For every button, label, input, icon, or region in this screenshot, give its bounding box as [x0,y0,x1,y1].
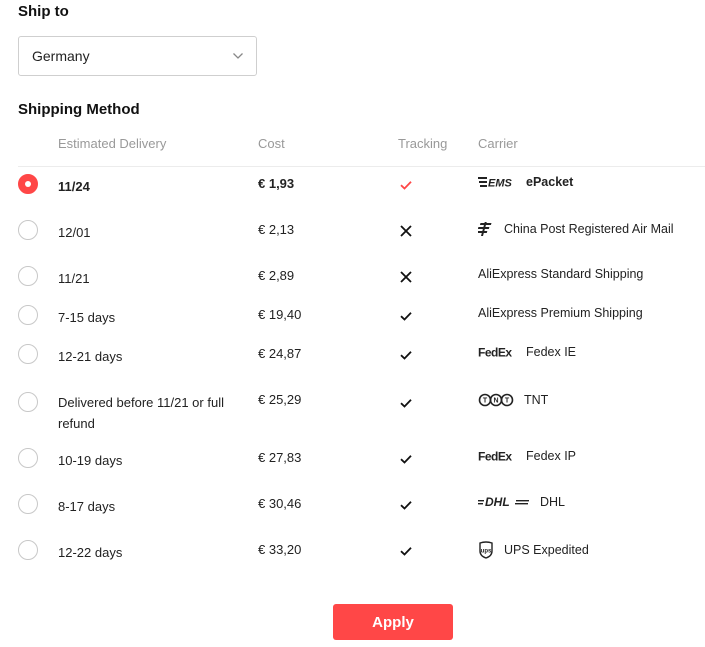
shipping-cost: € 2,13 [258,222,295,237]
country-select[interactable]: Germany [18,36,257,76]
svg-text:ups: ups [481,549,492,555]
shipping-panel: Ship to Germany Shipping Method Estimate… [0,0,705,647]
check-icon [398,177,414,193]
header-estimated-delivery: Estimated Delivery [58,136,167,151]
shipping-cost: € 2,89 [258,268,295,283]
estimated-delivery: 11/21 [58,271,90,286]
shipping-cost: € 25,29 [258,392,302,407]
svg-text:DHL: DHL [485,495,510,509]
fedex-logo: FedEx [478,449,516,464]
check-icon [398,497,414,513]
shipping-option-row[interactable]: 11/21 € 2,89 AliExpress Standard Shipping [18,266,705,298]
cross-icon [398,269,414,285]
carrier-name: China Post Registered Air Mail [504,222,674,236]
chevron-down-icon [232,52,244,60]
carrier: AliExpress Standard Shipping [478,267,643,281]
china-post-logo [478,221,494,237]
carrier-name: TNT [524,393,549,407]
svg-text:FedEx: FedEx [478,346,512,360]
shipping-option-row[interactable]: 11/24 € 1,93 EMS ePacket [18,174,705,206]
cross-icon [398,223,414,239]
header-carrier: Carrier [478,136,518,151]
carrier: EMS ePacket [478,175,573,189]
shipping-cost: € 1,93 [258,176,295,191]
estimated-delivery: 12-22 days [58,545,123,560]
shipping-option-radio[interactable] [18,392,38,412]
carrier: AliExpress Premium Shipping [478,306,643,320]
shipping-option-row[interactable]: 8-17 days € 30,46 DHL DHL [18,494,705,526]
estimated-delivery: 11/24 [58,179,90,194]
check-icon [398,543,414,559]
svg-text:N: N [493,398,498,405]
carrier-name: ePacket [526,175,574,189]
shipping-cost: € 33,20 [258,542,302,557]
check-icon [398,308,414,324]
fedex-logo: FedEx [478,345,516,360]
svg-text:EMS: EMS [488,178,513,189]
carrier: FedEx Fedex IE [478,345,576,359]
svg-text:FedEx: FedEx [478,450,512,464]
shipping-method-title: Shipping Method [18,101,140,118]
estimated-delivery: 10-19 days [58,453,123,468]
estimated-delivery: Delivered before 11/21 or full refund [58,395,224,431]
check-icon [398,395,414,411]
shipping-option-row[interactable]: 12-22 days € 33,20 ups UPS Expedited [18,540,705,572]
shipping-option-radio[interactable] [18,266,38,286]
carrier-name: UPS Expedited [504,543,589,557]
ems-logo: EMS [478,176,516,188]
carrier: T N T TNT [478,393,548,407]
shipping-option-row[interactable]: 10-19 days € 27,83 FedEx Fedex IP [18,448,705,480]
shipping-cost: € 27,83 [258,450,302,465]
carrier-name: Fedex IP [526,449,577,463]
shipping-table-header: Estimated Delivery Cost Tracking Carrier [18,134,705,167]
shipping-option-radio[interactable] [18,494,38,514]
estimated-delivery: 12/01 [58,225,91,240]
carrier: ups UPS Expedited [478,541,589,559]
carrier: FedEx Fedex IP [478,449,576,463]
apply-button[interactable]: Apply [333,604,453,640]
shipping-option-radio[interactable] [18,174,38,194]
shipping-option-row[interactable]: Delivered before 11/21 or full refund € 2… [18,392,705,440]
carrier-name: AliExpress Premium Shipping [478,306,643,320]
carrier: DHL DHL [478,495,565,509]
carrier: China Post Registered Air Mail [478,221,674,237]
svg-text:T: T [505,398,510,405]
carrier-name: AliExpress Standard Shipping [478,267,644,281]
shipping-option-radio[interactable] [18,540,38,560]
dhl-logo: DHL [478,495,530,509]
shipping-option-radio[interactable] [18,344,38,364]
shipping-cost: € 19,40 [258,307,302,322]
carrier-name: DHL [540,495,566,509]
tnt-logo: TNT [478,393,514,407]
shipping-option-row[interactable]: 12-21 days € 24,87 FedEx Fedex IE [18,344,705,376]
header-tracking: Tracking [398,136,448,151]
header-cost: Cost [258,136,285,151]
svg-text:T: T [483,398,488,405]
estimated-delivery: 7-15 days [58,310,116,325]
check-icon [398,451,414,467]
shipping-option-row[interactable]: 7-15 days € 19,40 AliExpress Premium Shipp… [18,305,705,337]
ups-logo: ups [478,541,494,559]
shipping-cost: € 24,87 [258,346,302,361]
estimated-delivery: 8-17 days [58,499,116,514]
shipping-option-radio[interactable] [18,220,38,240]
ship-to-title: Ship to [18,3,69,20]
shipping-option-row[interactable]: 12/01 € 2,13 China Post Registered Air Mai… [18,220,705,252]
estimated-delivery: 12-21 days [58,349,123,364]
country-select-value: Germany [32,48,90,64]
shipping-option-radio[interactable] [18,448,38,468]
shipping-option-radio[interactable] [18,305,38,325]
check-icon [398,347,414,363]
shipping-cost: € 30,46 [258,496,302,511]
carrier-name: Fedex IE [526,345,577,359]
